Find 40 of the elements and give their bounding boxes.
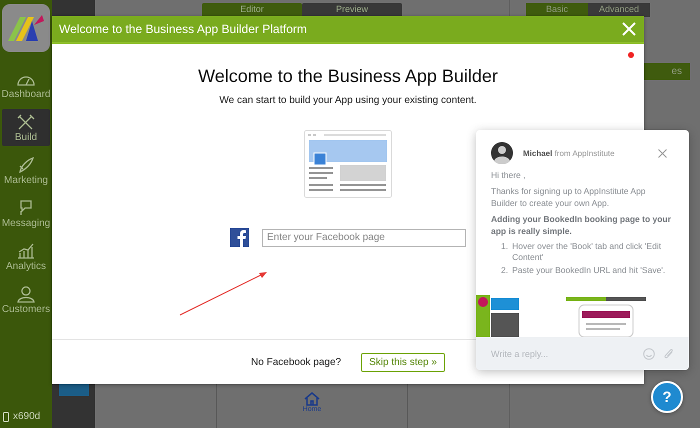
step-text: Paste your BookedIn URL and hit 'Save'. bbox=[512, 265, 666, 276]
reply-field[interactable]: Write a reply... bbox=[491, 348, 635, 358]
sidebar-item[interactable]: Customers bbox=[2, 281, 50, 318]
close-icon[interactable] bbox=[658, 148, 667, 158]
avatar-icon bbox=[491, 142, 513, 164]
sidebar-item[interactable]: Marketing bbox=[2, 152, 50, 189]
chat-message: Adding your BookedIn booking page to your app is really simple. bbox=[491, 213, 671, 237]
sidebar-item[interactable]: Analytics bbox=[2, 238, 50, 275]
chat-message: Thanks for signing up to AppInstitute App Builder to create your own App. bbox=[491, 185, 647, 209]
sidebar-icon bbox=[15, 242, 37, 260]
editor-tab[interactable]: Preview bbox=[302, 3, 402, 17]
sidebar-icon bbox=[15, 113, 37, 131]
sender-name: Michael from AppInstitute bbox=[523, 148, 616, 158]
sidebar-icon bbox=[15, 285, 37, 303]
panel-thumbnail bbox=[58, 384, 88, 396]
notification-dot bbox=[628, 52, 634, 58]
dialog-heading: Welcome to the Business App Builder bbox=[198, 66, 498, 87]
step-number: 1. bbox=[501, 241, 508, 253]
settings-tab[interactable]: Basic bbox=[526, 3, 588, 17]
sidebar-item[interactable]: Build bbox=[2, 109, 50, 146]
phone-icon bbox=[3, 412, 9, 422]
app-logo[interactable] bbox=[2, 4, 50, 52]
sidebar-item[interactable]: Dashboard bbox=[2, 66, 50, 103]
home-icon bbox=[304, 392, 320, 406]
sidebar-item[interactable]: Messaging bbox=[2, 195, 50, 232]
facebook-icon bbox=[230, 228, 249, 247]
skip-button[interactable]: Skip this step » bbox=[361, 352, 445, 372]
emoji-icon[interactable] bbox=[643, 348, 655, 360]
attachment-icon[interactable] bbox=[663, 348, 675, 360]
step-number: 2. bbox=[501, 265, 508, 276]
chat-greeting: Hi there , bbox=[491, 169, 526, 181]
settings-tab[interactable]: Advanced bbox=[588, 3, 650, 17]
device-label: x690d bbox=[3, 411, 40, 428]
dialog-subtitle: We can start to build your App using your existing content. bbox=[219, 95, 477, 106]
editor-tab[interactable]: Editor bbox=[202, 3, 302, 17]
dialog-title: Welcome to the Business App Builder Platform bbox=[59, 22, 307, 36]
help-button[interactable]: ? bbox=[651, 381, 683, 413]
facebook-page-field[interactable]: Enter your Facebook page bbox=[262, 228, 466, 246]
footer-text: No Facebook page? bbox=[251, 356, 342, 368]
step-text: Hover over the 'Book' tab and click 'Edit Content' bbox=[512, 241, 662, 263]
